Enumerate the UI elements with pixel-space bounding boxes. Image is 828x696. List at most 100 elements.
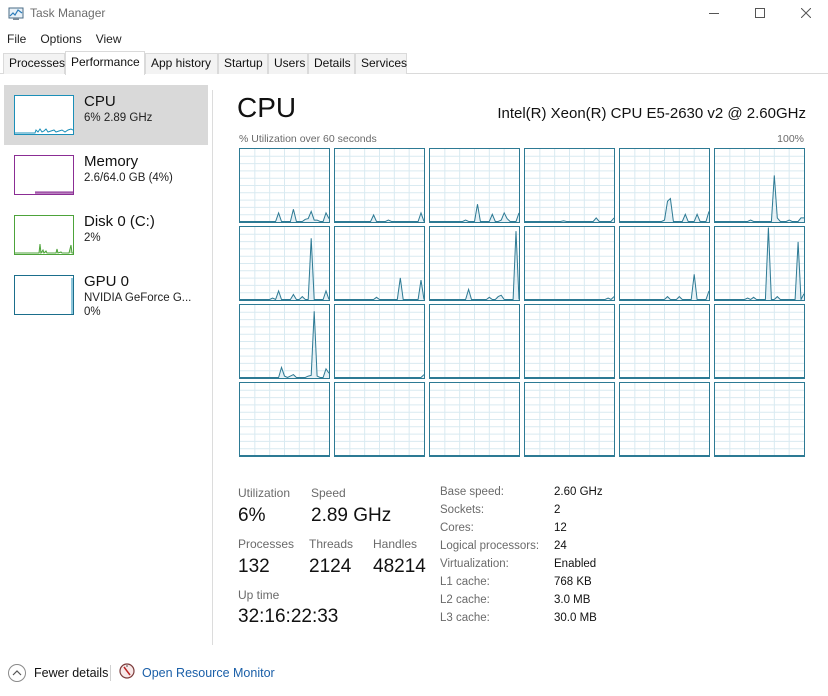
close-button[interactable]	[783, 0, 828, 28]
menu-file[interactable]: File	[0, 30, 33, 48]
speed-label: Speed	[311, 486, 346, 500]
sidebar-gpu-name: GPU 0	[84, 273, 130, 290]
cpu-graph-21	[524, 382, 615, 457]
window-title: Task Manager	[30, 6, 106, 20]
cpu-graph-19	[334, 382, 425, 457]
virtualization-label: Virtualization:	[440, 558, 509, 570]
menu-view[interactable]: View	[89, 30, 129, 48]
tab-app-history[interactable]: App history	[145, 53, 218, 74]
chevron-up-icon	[8, 664, 26, 682]
utilization-label: Utilization	[238, 486, 291, 500]
utilization-value: 6%	[238, 505, 266, 526]
sidebar-memory-usage: 2.6/64.0 GB (4%)	[84, 172, 173, 184]
cpu-graph-0	[239, 148, 330, 223]
processes-label: Processes	[238, 537, 295, 551]
cpu-graph-6	[239, 226, 330, 301]
close-icon	[801, 8, 811, 18]
cpu-graph-4	[619, 148, 710, 223]
cpu-thumbnail-graph	[14, 95, 74, 135]
cpu-graph-15	[524, 304, 615, 379]
fewer-details-button[interactable]: Fewer details	[8, 663, 108, 683]
tab-details[interactable]: Details	[308, 53, 355, 74]
sidebar-item-cpu[interactable]: CPU 6% 2.89 GHz	[4, 85, 208, 145]
gpu-thumbnail-graph	[14, 275, 74, 315]
open-resource-monitor-link[interactable]: Open Resource Monitor	[119, 662, 275, 683]
sidebar-item-disk[interactable]: Disk 0 (C:) 2%	[4, 205, 208, 265]
uptime-value: 32:16:22:33	[238, 606, 339, 627]
logical-processors-value: 24	[554, 540, 567, 552]
resource-monitor-label: Open Resource Monitor	[142, 666, 275, 680]
cpu-graph-22	[619, 382, 710, 457]
minimize-button[interactable]	[691, 0, 737, 28]
menu-bar: File Options View	[0, 30, 129, 48]
cpu-model-name: Intel(R) Xeon(R) CPU E5-2630 v2 @ 2.60GH…	[497, 105, 806, 122]
title-bar: Task Manager	[0, 0, 828, 28]
graph-axis-label: % Utilization over 60 seconds	[239, 133, 377, 145]
cpu-graph-5	[714, 148, 805, 223]
panel-divider	[212, 90, 213, 645]
handles-label: Handles	[373, 537, 418, 551]
virtualization-value: Enabled	[554, 558, 597, 570]
speed-value: 2.89 GHz	[311, 505, 392, 526]
minimize-icon	[709, 13, 719, 14]
threads-label: Threads	[309, 537, 354, 551]
cpu-graph-3	[524, 148, 615, 223]
cores-label: Cores:	[440, 522, 474, 534]
resource-sidebar: CPU 6% 2.89 GHz Memory 2.6/64.0 GB (4%) …	[0, 85, 210, 645]
threads-value: 2124	[309, 556, 352, 577]
cpu-graph-17	[714, 304, 805, 379]
fewer-details-label: Fewer details	[34, 666, 109, 680]
menu-options[interactable]: Options	[33, 30, 88, 48]
graph-max-label: 100%	[777, 133, 804, 145]
sidebar-item-gpu[interactable]: GPU 0 NVIDIA GeForce G... 0%	[4, 265, 208, 325]
tab-startup[interactable]: Startup	[218, 53, 268, 74]
sidebar-cpu-usage: 6% 2.89 GHz	[84, 112, 153, 124]
logical-processor-graphs	[239, 148, 805, 460]
cpu-graph-12	[239, 304, 330, 379]
cpu-graph-11	[714, 226, 805, 301]
sockets-label: Sockets:	[440, 504, 485, 516]
tab-bar: Processes Performance App history Startu…	[0, 51, 828, 75]
base-speed-value: 2.60 GHz	[554, 486, 603, 498]
cpu-graph-9	[524, 226, 615, 301]
cpu-graph-1	[334, 148, 425, 223]
sidebar-disk-usage: 2%	[84, 232, 101, 244]
cores-value: 12	[554, 522, 567, 534]
tab-users[interactable]: Users	[268, 53, 308, 74]
l3-cache-label: L3 cache:	[440, 612, 490, 624]
maximize-button[interactable]	[737, 0, 783, 28]
cpu-graph-14	[429, 304, 520, 379]
footer: Fewer details Open Resource Monitor	[0, 655, 828, 691]
cpu-graph-23	[714, 382, 805, 457]
sidebar-cpu-name: CPU	[84, 93, 116, 110]
cpu-graph-18	[239, 382, 330, 457]
logical-processors-label: Logical processors:	[440, 540, 540, 552]
sidebar-item-memory[interactable]: Memory 2.6/64.0 GB (4%)	[4, 145, 208, 205]
l1-cache-value: 768 KB	[554, 576, 592, 588]
cpu-graph-7	[334, 226, 425, 301]
l3-cache-value: 30.0 MB	[554, 612, 597, 624]
l1-cache-label: L1 cache:	[440, 576, 490, 588]
cpu-graph-10	[619, 226, 710, 301]
cpu-graph-20	[429, 382, 520, 457]
cpu-graph-2	[429, 148, 520, 223]
sidebar-gpu-usage: 0%	[84, 306, 101, 318]
footer-divider	[110, 665, 111, 681]
cpu-graph-8	[429, 226, 520, 301]
base-speed-label: Base speed:	[440, 486, 504, 498]
cpu-graph-16	[619, 304, 710, 379]
sockets-value: 2	[554, 504, 561, 516]
processes-value: 132	[238, 556, 270, 577]
l2-cache-value: 3.0 MB	[554, 594, 591, 606]
tab-performance[interactable]: Performance	[65, 51, 145, 75]
sidebar-memory-name: Memory	[84, 153, 139, 170]
tab-processes[interactable]: Processes	[3, 53, 65, 74]
cpu-graph-13	[334, 304, 425, 379]
uptime-label: Up time	[238, 588, 280, 602]
disk-thumbnail-graph	[14, 215, 74, 255]
maximize-icon	[755, 8, 765, 18]
sidebar-gpu-model: NVIDIA GeForce G...	[84, 292, 192, 304]
sidebar-disk-name: Disk 0 (C:)	[84, 213, 155, 230]
task-manager-icon	[8, 7, 24, 21]
tab-services[interactable]: Services	[355, 53, 407, 74]
